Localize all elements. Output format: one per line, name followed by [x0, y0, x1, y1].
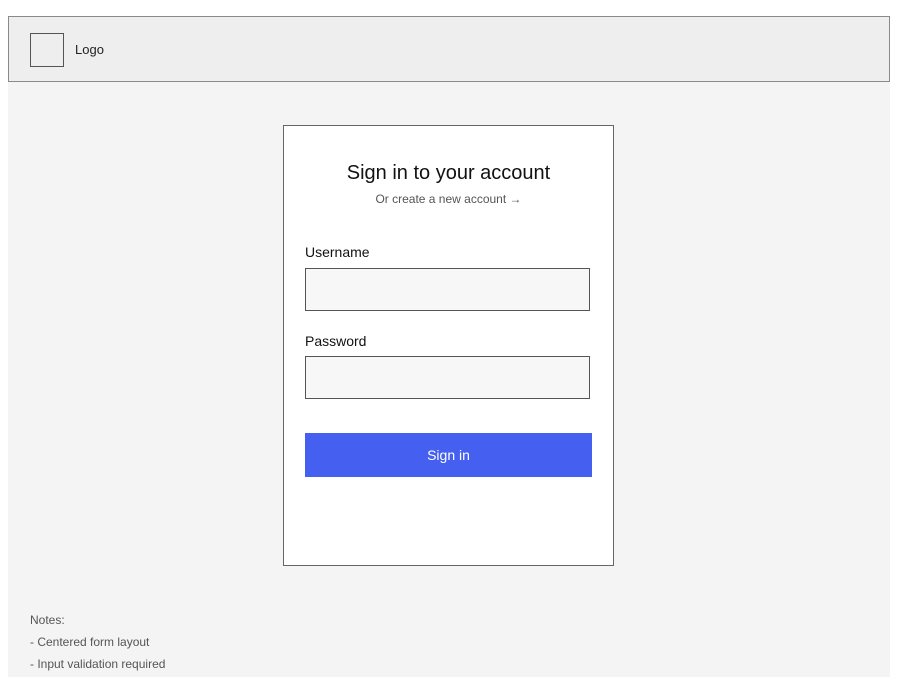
header-bar: Logo — [8, 16, 890, 82]
create-account-link[interactable]: Or create a new account → — [284, 192, 613, 206]
password-input[interactable] — [305, 356, 590, 399]
logo-placeholder-icon — [30, 33, 64, 67]
signin-title: Sign in to your account — [346, 162, 551, 184]
username-label: Username — [305, 244, 370, 260]
notes-heading: Notes: — [30, 613, 65, 627]
page-canvas: Logo Sign in to your account Or create a… — [8, 16, 890, 677]
username-input[interactable] — [305, 268, 590, 311]
password-label: Password — [305, 333, 367, 349]
notes-item: - Input validation required — [30, 657, 166, 671]
notes-item: - Centered form layout — [30, 635, 150, 649]
notes-section: Notes: - Centered form layout - Input va… — [30, 609, 165, 675]
signin-card: Sign in to your account Or create a new … — [283, 125, 614, 566]
signin-button[interactable]: Sign in — [305, 433, 592, 477]
logo-label: Logo — [75, 42, 104, 57]
